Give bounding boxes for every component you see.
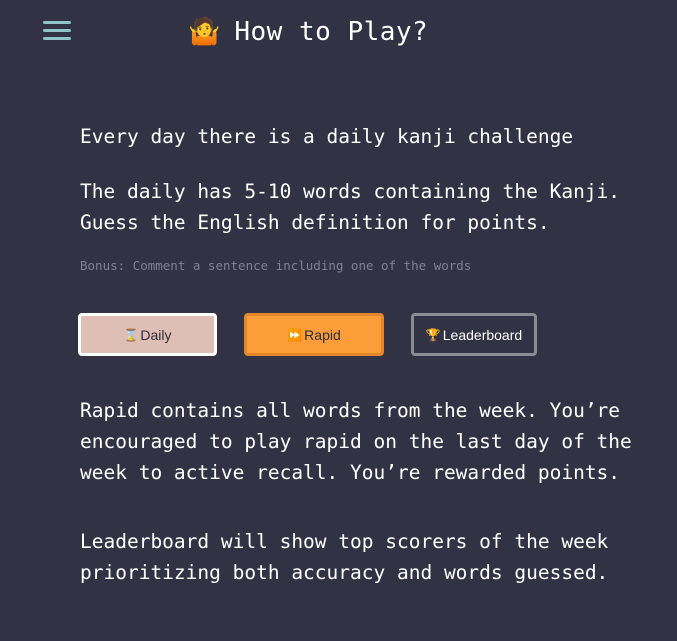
hourglass-icon: ⌛ xyxy=(123,327,139,342)
hamburger-menu-icon[interactable] xyxy=(43,19,71,43)
leaderboard-button-label: Leaderboard xyxy=(442,326,523,343)
menu-bar xyxy=(43,29,71,32)
trophy-icon: 🏆 xyxy=(425,327,441,342)
menu-bar xyxy=(43,37,71,40)
intro-text: Every day there is a daily kanji challen… xyxy=(80,125,574,148)
rapid-button-label: Rapid xyxy=(304,326,341,343)
leaderboard-button[interactable]: 🏆 Leaderboard xyxy=(411,313,537,356)
shrug-emoji-icon: 🤷 xyxy=(188,17,221,47)
leaderboard-description: Leaderboard will show top scorers of the… xyxy=(80,530,609,584)
header: 🤷 How to Play? xyxy=(0,0,677,62)
rapid-description: Rapid contains all words from the week. … xyxy=(80,399,632,484)
daily-description: The daily has 5-10 words containing the … xyxy=(80,180,621,234)
daily-button-label: Daily xyxy=(140,326,172,343)
page-title-text: How to Play? xyxy=(234,17,429,47)
daily-button[interactable]: ⌛ Daily xyxy=(78,313,217,356)
page-title: 🤷 How to Play? xyxy=(188,14,428,50)
bonus-note: Bonus: Comment a sentence including one … xyxy=(80,258,472,273)
rapid-button[interactable]: ⏩ Rapid xyxy=(244,313,384,356)
fast-forward-icon: ⏩ xyxy=(287,327,303,342)
menu-bar xyxy=(43,21,71,24)
